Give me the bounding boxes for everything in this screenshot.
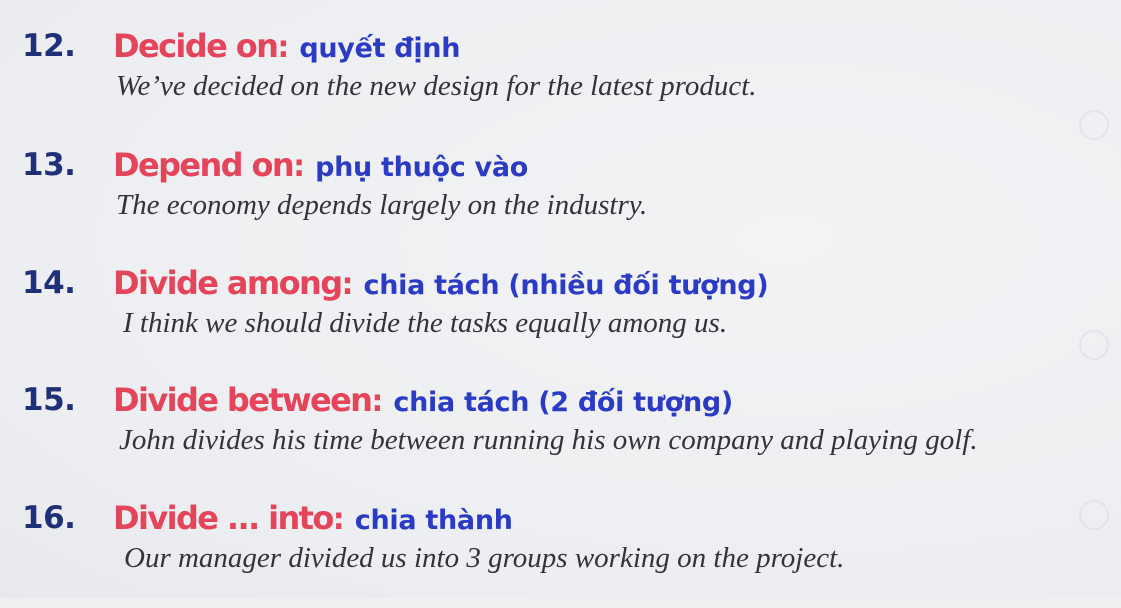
phrase-colon: : [293, 149, 306, 184]
vocab-entry-15: 15. Divide between: chia tách (2 đối tượn… [0, 380, 1121, 490]
vocab-entry-14: 14. Divide among: chia tách (nhiều đối tư… [0, 263, 1121, 373]
phrasal-verb: Decide on [113, 27, 279, 65]
phrase-colon: : [371, 384, 384, 419]
vietnamese-meaning: chia thành [354, 505, 513, 536]
phrasal-verb: Depend on [113, 146, 295, 184]
vocab-entry-16: 16. Divide ... into: chia thành Our manag… [0, 498, 1121, 608]
phrasal-verb: Divide between [113, 381, 373, 419]
example-sentence: John divides his time between running hi… [119, 424, 978, 456]
example-sentence: We’ve decided on the new design for the … [116, 70, 757, 102]
vietnamese-meaning: quyết định [299, 33, 461, 64]
phrasal-verb: Divide ... into [113, 499, 334, 537]
vocab-entry-13: 13. Depend on: phụ thuộc vào The economy … [0, 145, 1121, 255]
phrasal-verb: Divide among [113, 264, 343, 302]
entry-number: 12. [22, 28, 76, 64]
entry-number: 16. [22, 500, 76, 536]
entry-number: 15. [22, 382, 76, 418]
vietnamese-meaning: chia tách (2 đối tượng) [393, 387, 733, 418]
vocabulary-page: 12. Decide on: quyết định We’ve decided o… [0, 0, 1121, 598]
phrase-colon: : [277, 30, 290, 65]
entry-number: 14. [22, 265, 76, 301]
vietnamese-meaning: chia tách (nhiều đối tượng) [363, 270, 769, 301]
vietnamese-meaning: phụ thuộc vào [315, 152, 529, 183]
entry-number: 13. [22, 147, 76, 183]
example-sentence: The economy depends largely on the indus… [116, 189, 648, 221]
phrase-colon: : [332, 502, 345, 537]
phrase-colon: : [341, 267, 354, 302]
example-sentence: I think we should divide the tasks equal… [123, 307, 728, 339]
example-sentence: Our manager divided us into 3 groups wor… [124, 542, 845, 574]
vocab-entry-12: 12. Decide on: quyết định We’ve decided o… [0, 26, 1121, 136]
